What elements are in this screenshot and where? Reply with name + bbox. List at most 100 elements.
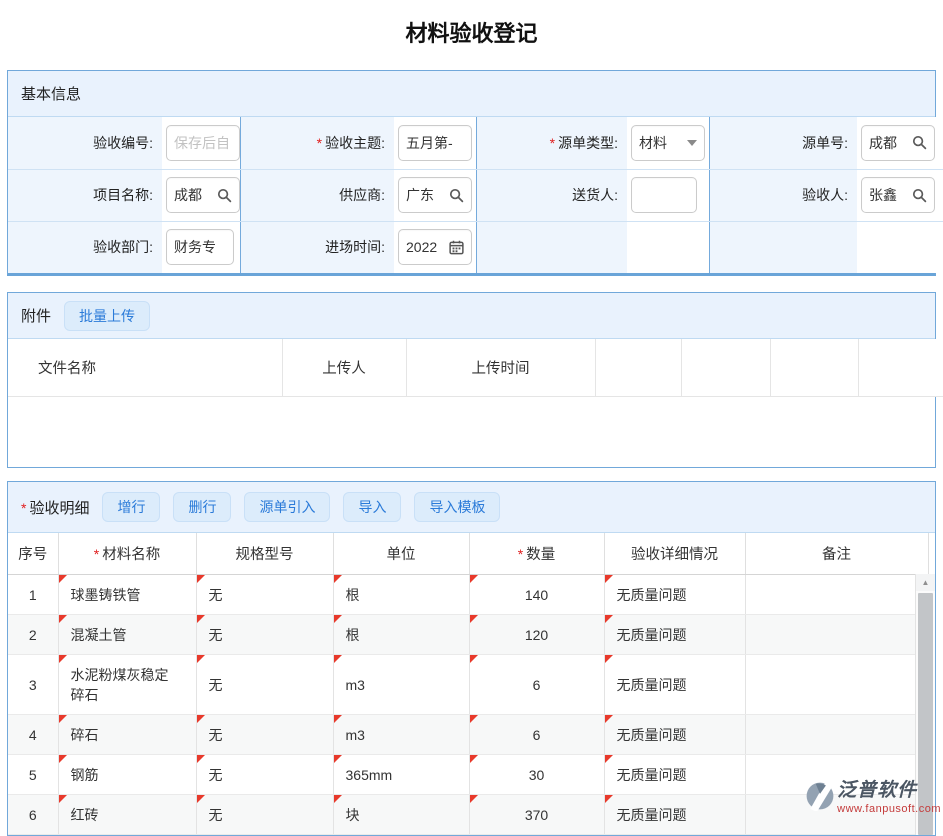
status-cell[interactable]: 无质量问题 <box>604 615 745 655</box>
source-type-select[interactable]: 材料 <box>631 125 705 161</box>
acceptor-box[interactable] <box>861 177 935 213</box>
source-no-input[interactable] <box>869 135 910 151</box>
seq-cell[interactable]: 5 <box>8 755 58 795</box>
seq-cell[interactable]: 4 <box>8 715 58 755</box>
search-icon[interactable] <box>912 135 927 150</box>
department-label: 验收部门: <box>8 221 162 273</box>
spec-cell[interactable]: 无 <box>196 755 333 795</box>
red-corner-flag-icon <box>334 715 342 723</box>
subject-input[interactable] <box>406 135 464 151</box>
note-cell[interactable] <box>745 575 928 615</box>
material-name-cell[interactable]: 钢筋 <box>58 755 196 795</box>
material-name-cell[interactable]: 碎石 <box>58 715 196 755</box>
qty-cell[interactable]: 6 <box>469 655 604 715</box>
red-corner-flag-icon <box>334 795 342 803</box>
qty-cell[interactable]: 120 <box>469 615 604 655</box>
qty-cell[interactable]: 30 <box>469 755 604 795</box>
search-icon[interactable] <box>217 188 232 203</box>
material-name-cell[interactable]: 红砖 <box>58 795 196 835</box>
spec-cell[interactable]: 无 <box>196 655 333 715</box>
deliverer-label: 送货人: <box>476 169 627 221</box>
qty-cell[interactable]: 6 <box>469 715 604 755</box>
delete-row-button[interactable]: 删行 <box>173 492 231 522</box>
red-corner-flag-icon <box>605 575 613 583</box>
attachments-empty-area <box>8 397 935 467</box>
project-name-box[interactable] <box>166 177 240 213</box>
subject-box[interactable] <box>398 125 472 161</box>
status-cell[interactable]: 无质量问题 <box>604 575 745 615</box>
red-corner-flag-icon <box>334 655 342 663</box>
basic-info-title: 基本信息 <box>21 83 81 104</box>
details-table: 序号 *材料名称 规格型号 单位 *数量 验收详细情况 备注 1 球墨铸铁管 无… <box>8 533 929 835</box>
red-corner-flag-icon <box>334 575 342 583</box>
search-icon[interactable] <box>449 188 464 203</box>
supplier-label: 供应商: <box>240 169 394 221</box>
unit-cell[interactable]: 根 <box>333 575 469 615</box>
entry-time-input[interactable] <box>406 239 447 255</box>
attachments-header-row: 文件名称 上传人 上传时间 <box>8 339 943 397</box>
caret-down-icon <box>687 140 697 146</box>
status-cell[interactable]: 无质量问题 <box>604 655 745 715</box>
acceptor-input[interactable] <box>869 187 910 203</box>
source-import-button[interactable]: 源单引入 <box>244 492 330 522</box>
add-row-button[interactable]: 增行 <box>102 492 160 522</box>
red-corner-flag-icon <box>470 655 478 663</box>
material-name-cell[interactable]: 混凝土管 <box>58 615 196 655</box>
seq-cell[interactable]: 6 <box>8 795 58 835</box>
unit-cell[interactable]: m3 <box>333 655 469 715</box>
acceptance-no-input[interactable] <box>174 135 232 151</box>
detail-row: 6 红砖 无 块 370 无质量问题 <box>8 795 928 835</box>
acceptance-no-box[interactable] <box>166 125 240 161</box>
unit-cell[interactable]: 根 <box>333 615 469 655</box>
project-name-input[interactable] <box>174 187 215 203</box>
col-material-name: *材料名称 <box>58 533 196 575</box>
supplier-input[interactable] <box>406 187 447 203</box>
status-cell[interactable]: 无质量问题 <box>604 795 745 835</box>
red-corner-flag-icon <box>59 715 67 723</box>
spec-cell[interactable]: 无 <box>196 795 333 835</box>
note-cell[interactable] <box>745 715 928 755</box>
watermark-brand: 泛普软件 <box>837 781 941 802</box>
material-name-cell[interactable]: 水泥粉煤灰稳定碎石 <box>58 655 196 715</box>
spec-cell[interactable]: 无 <box>196 715 333 755</box>
unit-cell[interactable]: 块 <box>333 795 469 835</box>
note-cell[interactable] <box>745 615 928 655</box>
unit-cell[interactable]: m3 <box>333 715 469 755</box>
batch-upload-button[interactable]: 批量上传 <box>64 301 150 331</box>
watermark-site: www.fanpusoft.com <box>837 803 941 815</box>
attachments-header: 附件 批量上传 <box>8 293 935 339</box>
deliverer-input[interactable] <box>639 187 689 203</box>
note-cell[interactable] <box>745 655 928 715</box>
search-icon[interactable] <box>912 188 927 203</box>
material-name-cell[interactable]: 球墨铸铁管 <box>58 575 196 615</box>
import-template-button[interactable]: 导入模板 <box>414 492 500 522</box>
attachments-table: 文件名称 上传人 上传时间 <box>8 339 943 397</box>
qty-cell[interactable]: 140 <box>469 575 604 615</box>
source-no-box[interactable] <box>861 125 935 161</box>
seq-cell[interactable]: 3 <box>8 655 58 715</box>
basic-info-header: 基本信息 <box>8 71 935 117</box>
department-box[interactable] <box>166 229 234 265</box>
source-type-label: *源单类型: <box>476 117 627 169</box>
calendar-icon[interactable] <box>449 240 464 255</box>
entry-time-box[interactable] <box>398 229 472 265</box>
col-qty: *数量 <box>469 533 604 575</box>
status-cell[interactable]: 无质量问题 <box>604 715 745 755</box>
arrow-up-icon[interactable]: ▲ <box>916 574 935 591</box>
import-button[interactable]: 导入 <box>343 492 401 522</box>
spec-cell[interactable]: 无 <box>196 615 333 655</box>
status-cell[interactable]: 无质量问题 <box>604 755 745 795</box>
acceptor-label: 验收人: <box>709 169 857 221</box>
red-corner-flag-icon <box>334 615 342 623</box>
deliverer-box[interactable] <box>631 177 697 213</box>
spec-cell[interactable]: 无 <box>196 575 333 615</box>
qty-cell[interactable]: 370 <box>469 795 604 835</box>
required-star: * <box>317 135 322 151</box>
col-status: 验收详细情况 <box>604 533 745 575</box>
department-input[interactable] <box>174 239 226 255</box>
supplier-box[interactable] <box>398 177 472 213</box>
red-corner-flag-icon <box>470 715 478 723</box>
unit-cell[interactable]: 365mm <box>333 755 469 795</box>
seq-cell[interactable]: 2 <box>8 615 58 655</box>
seq-cell[interactable]: 1 <box>8 575 58 615</box>
